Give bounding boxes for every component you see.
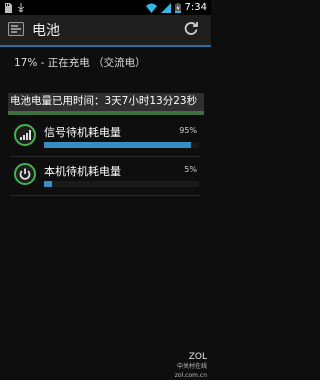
status-bar: 7:34: [0, 0, 211, 15]
power-icon: [14, 163, 36, 185]
usage-bar-track: [44, 181, 199, 187]
charging-status-text: 17% - 正在充电 （交流电）: [14, 57, 146, 69]
watermark-url: zol.com.cn: [174, 372, 207, 379]
usage-label: 信号待机耗电量: [44, 126, 121, 139]
battery-used-time: 电池电量已用时间：3天7小时13分23秒: [10, 95, 198, 107]
watermark-sub: 中关村在线: [176, 363, 207, 370]
divider: [10, 156, 200, 157]
list-item[interactable]: 本机待机耗电量 5%: [14, 163, 199, 199]
status-time: 7:34: [184, 2, 207, 13]
list-item[interactable]: 信号待机耗电量 95%: [14, 124, 199, 160]
refresh-icon: [183, 20, 199, 40]
action-bar-home[interactable]: 电池: [0, 20, 60, 40]
graph-baseline: [8, 111, 204, 115]
usage-bar-fill: [44, 142, 192, 148]
usage-percent: 95%: [179, 126, 197, 135]
signal-bars-icon: [14, 124, 36, 146]
watermark: ZOL 中关村在线 zol.com.cn: [175, 353, 207, 380]
usage-percent: 5%: [184, 165, 197, 174]
usage-label: 本机待机耗电量: [44, 165, 121, 178]
action-bar: 电池: [0, 15, 211, 47]
watermark-main: ZOL: [188, 352, 207, 362]
refresh-button[interactable]: [177, 16, 205, 44]
battery-settings-icon: [8, 21, 24, 40]
divider: [10, 195, 200, 196]
usage-bar-fill: [44, 181, 52, 187]
usage-bar-track: [44, 142, 199, 148]
page-title: 电池: [32, 23, 60, 39]
